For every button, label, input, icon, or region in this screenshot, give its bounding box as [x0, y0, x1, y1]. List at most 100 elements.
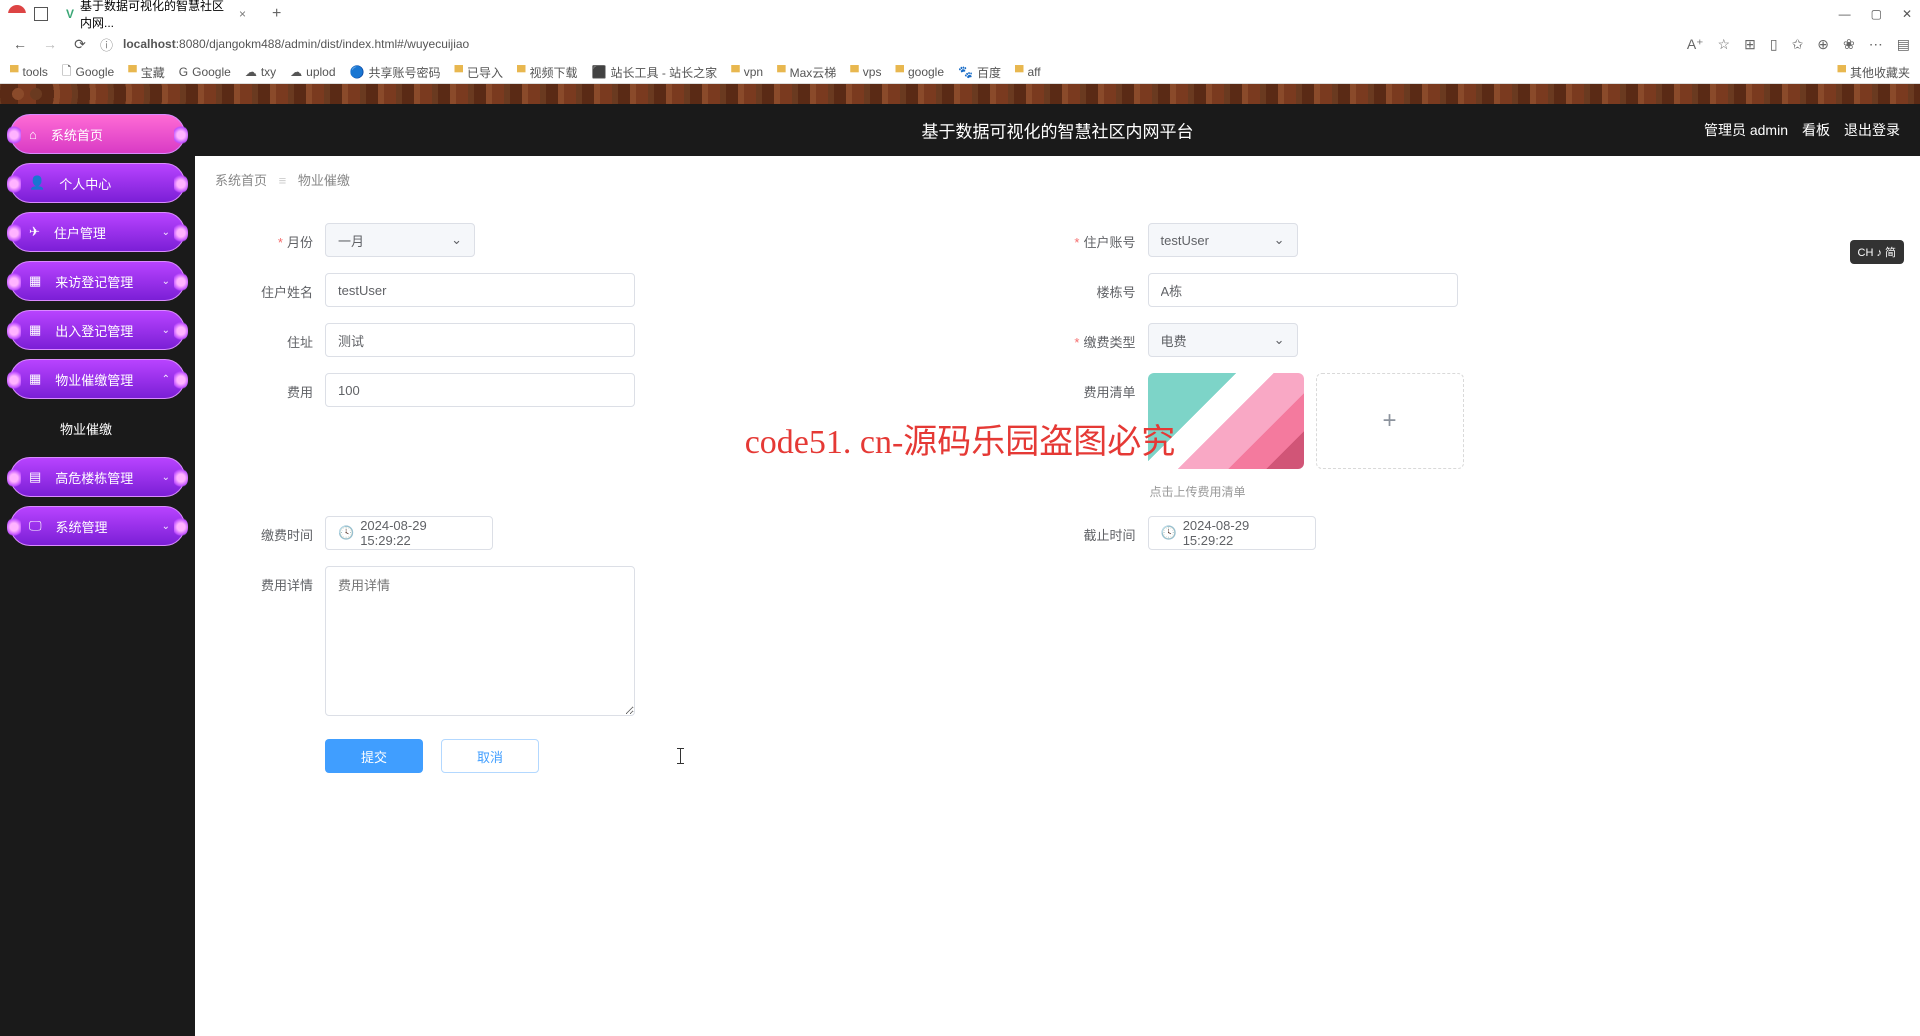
plus-icon: + [1382, 407, 1396, 435]
split-icon[interactable]: ▤ [1897, 36, 1910, 53]
monitor-icon: 🖵 [29, 518, 42, 534]
bookmark-item[interactable]: ▀视频下载 [517, 64, 578, 81]
select-account[interactable]: testUser⌄ [1148, 223, 1298, 257]
maximize-icon[interactable]: ▢ [1871, 7, 1882, 21]
bookmark-item[interactable]: ▀宝藏 [128, 64, 165, 81]
main-content: 系统首页 ≡ 物业催缴 *月份 一月⌄ *住户账号 testUser⌄ 住户姓名 [195, 156, 1920, 1036]
select-month[interactable]: 一月⌄ [325, 223, 475, 257]
sidebar-item-home[interactable]: ⌂系统首页 [10, 114, 185, 154]
home-icon: ⌂ [29, 127, 37, 142]
chevron-up-icon: ⌃ [162, 374, 170, 385]
bookmark-item[interactable]: ▀vps [850, 65, 881, 79]
upload-button[interactable]: + [1316, 373, 1464, 469]
site-info-icon[interactable]: ⓘ [100, 35, 113, 54]
browser-tab[interactable]: V 基于数据可视化的智慧社区内网... × [56, 0, 256, 35]
sidebar-item-profile[interactable]: 👤个人中心 [10, 163, 185, 203]
bookmark-item[interactable]: ▀google [895, 65, 944, 79]
url-field[interactable]: localhost:8080/djangokm488/admin/dist/in… [123, 37, 1677, 51]
back-icon[interactable]: ← [10, 36, 30, 52]
ext2-icon[interactable]: ❀ [1843, 36, 1855, 53]
title-bar: V 基于数据可视化的智慧社区内网... × + — ▢ ✕ [0, 0, 1920, 28]
sidebar-sub-property-fee[interactable]: 物业催缴 [10, 408, 185, 448]
bookmark-item[interactable]: G Google [179, 65, 231, 79]
bookmark-item[interactable]: ▀aff [1015, 65, 1041, 79]
close-window-icon[interactable]: ✕ [1902, 7, 1912, 21]
extension-icon[interactable]: ⊞ [1744, 36, 1756, 53]
sidebar-item-resident[interactable]: ✈住户管理⌄ [10, 212, 185, 252]
kanban-link[interactable]: 看板 [1802, 120, 1830, 140]
favorite-icon[interactable]: ☆ [1718, 36, 1731, 53]
chevron-down-icon: ⌄ [162, 325, 170, 336]
chevron-down-icon: ⌄ [451, 232, 462, 248]
input-address[interactable] [325, 323, 635, 357]
datetime-paytime[interactable]: 🕓2024-08-29 15:29:22 [325, 516, 493, 550]
sidebar-item-visit[interactable]: ▦来访登记管理⌄ [10, 261, 185, 301]
topbar: 基于数据可视化的智慧社区内网平台 管理员 admin 看板 退出登录 [195, 104, 1920, 156]
sidebar-item-building[interactable]: ▤高危楼栋管理⌄ [10, 457, 185, 497]
user-label[interactable]: 管理员 admin [1704, 120, 1788, 140]
bookmark-overflow[interactable]: ▀其他收藏夹 [1837, 64, 1910, 81]
minimize-icon[interactable]: — [1839, 7, 1851, 21]
label-deadline: 截止时间 [1058, 516, 1148, 544]
chevron-down-icon: ⌄ [162, 521, 170, 532]
collections-icon[interactable]: ▯ [1770, 36, 1778, 53]
app-root: ⌂系统首页 👤个人中心 ✈住户管理⌄ ▦来访登记管理⌄ ▦出入登记管理⌄ ▦物业… [0, 84, 1920, 1036]
text-size-icon[interactable]: A⁺ [1687, 36, 1704, 53]
tab-title: 基于数据可视化的智慧社区内网... [80, 0, 225, 31]
plane-icon: ✈ [29, 224, 40, 240]
datetime-deadline[interactable]: 🕓2024-08-29 15:29:22 [1148, 516, 1316, 550]
bookmark-item[interactable]: ▀已导入 [455, 64, 504, 81]
uploaded-thumbnail[interactable] [1148, 373, 1304, 469]
textarea-detail[interactable] [325, 566, 635, 716]
bookmark-item[interactable]: ⬛ 站长工具 - 站长之家 [592, 64, 718, 81]
breadcrumb: 系统首页 ≡ 物业催缴 [195, 156, 1920, 203]
profile-icon[interactable] [8, 5, 26, 23]
bookmark-star-icon[interactable]: ✩ [1792, 36, 1804, 53]
label-feetype: *缴费类型 [1058, 323, 1148, 351]
more-icon[interactable]: ⋯ [1869, 36, 1883, 53]
select-feetype[interactable]: 电费⌄ [1148, 323, 1298, 357]
sidebar-item-system[interactable]: 🖵系统管理⌄ [10, 506, 185, 546]
clock-icon: 🕓 [338, 525, 354, 541]
chevron-down-icon: ⌄ [162, 276, 170, 287]
bookmarks-bar: ▀tools 🗋 Google ▀宝藏 G Google ☁ txy ☁ upl… [0, 60, 1920, 84]
input-building[interactable] [1148, 273, 1458, 307]
reload-icon[interactable]: ⟳ [70, 36, 90, 53]
chevron-down-icon: ⌄ [162, 472, 170, 483]
submit-button[interactable]: 提交 [325, 739, 423, 773]
grid-icon: ▦ [29, 273, 41, 289]
input-fee[interactable] [325, 373, 635, 407]
forward-icon[interactable]: → [40, 36, 60, 52]
addon-icon[interactable]: ⊕ [1817, 36, 1829, 53]
list-icon: ▤ [29, 469, 41, 485]
decorative-strip [0, 84, 1920, 104]
cancel-button[interactable]: 取消 [441, 739, 539, 773]
chevron-down-icon: ⌄ [1274, 232, 1285, 248]
label-building: 楼栋号 [1058, 273, 1148, 301]
bookmark-item[interactable]: ☁ uplod [290, 65, 335, 79]
workspaces-icon[interactable] [34, 7, 48, 21]
crumb-current: 物业催缴 [298, 173, 350, 188]
bookmark-item[interactable]: ▀Max云梯 [777, 64, 836, 81]
sidebar-item-property-fee[interactable]: ▦物业催缴管理⌃ [10, 359, 185, 399]
logout-link[interactable]: 退出登录 [1844, 120, 1900, 140]
label-feelist: 费用清单 [1058, 373, 1148, 401]
ime-indicator[interactable]: CH ♪ 简 [1850, 240, 1905, 264]
bookmark-item[interactable]: ▀vpn [731, 65, 763, 79]
label-month: *月份 [235, 223, 325, 251]
bookmark-item[interactable]: 🔵 共享账号密码 [350, 64, 441, 81]
bookmark-item[interactable]: ▀tools [10, 65, 48, 79]
sidebar: ⌂系统首页 👤个人中心 ✈住户管理⌄ ▦来访登记管理⌄ ▦出入登记管理⌄ ▦物业… [0, 104, 195, 1036]
sidebar-item-access[interactable]: ▦出入登记管理⌄ [10, 310, 185, 350]
bookmark-item[interactable]: 🐾 百度 [958, 64, 1001, 81]
new-tab-button[interactable]: + [272, 5, 281, 23]
bookmark-item[interactable]: 🗋 Google [62, 62, 114, 83]
input-name[interactable] [325, 273, 635, 307]
label-fee: 费用 [235, 373, 325, 401]
bookmark-item[interactable]: ☁ txy [245, 65, 276, 79]
crumb-root[interactable]: 系统首页 [215, 173, 267, 188]
vue-icon: V [66, 7, 74, 21]
chevron-down-icon: ⌄ [162, 227, 170, 238]
chevron-down-icon: ⌄ [1274, 332, 1285, 348]
close-tab-icon[interactable]: × [239, 7, 246, 21]
